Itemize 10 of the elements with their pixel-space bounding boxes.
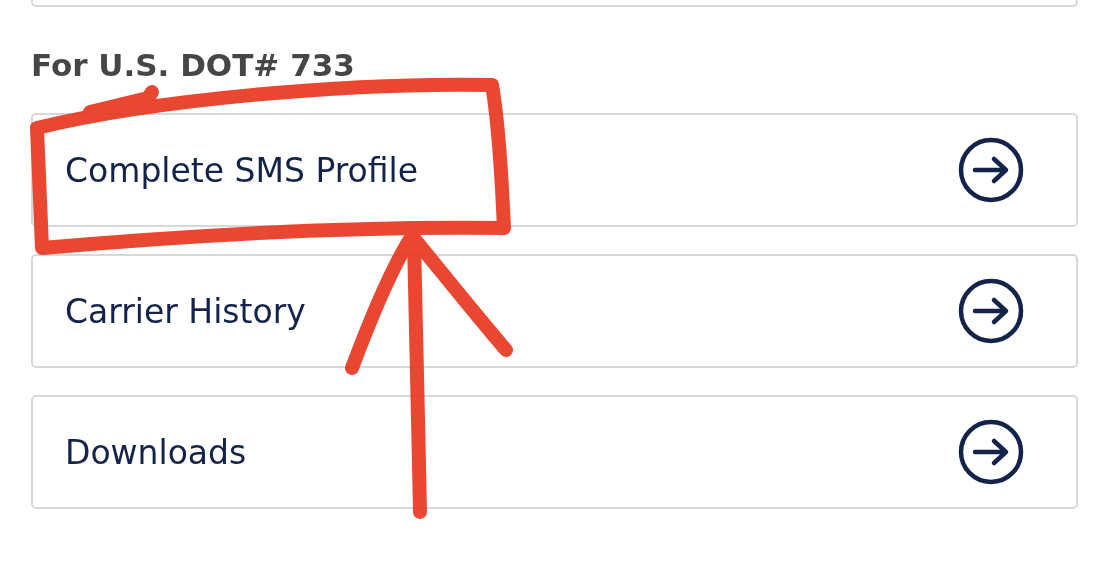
link-card[interactable]: Downloads (31, 395, 1078, 509)
link-card[interactable]: Complete SMS Profile (31, 113, 1078, 227)
arrow-circle-icon (956, 417, 1026, 487)
arrow-circle-icon (956, 135, 1026, 205)
link-label: Downloads (65, 432, 247, 472)
arrow-circle-icon (956, 276, 1026, 346)
link-label: Carrier History (65, 291, 306, 331)
section-heading: For U.S. DOT# 733 (31, 46, 356, 85)
link-label: Complete SMS Profile (65, 150, 418, 190)
link-card[interactable]: Carrier History (31, 254, 1078, 368)
